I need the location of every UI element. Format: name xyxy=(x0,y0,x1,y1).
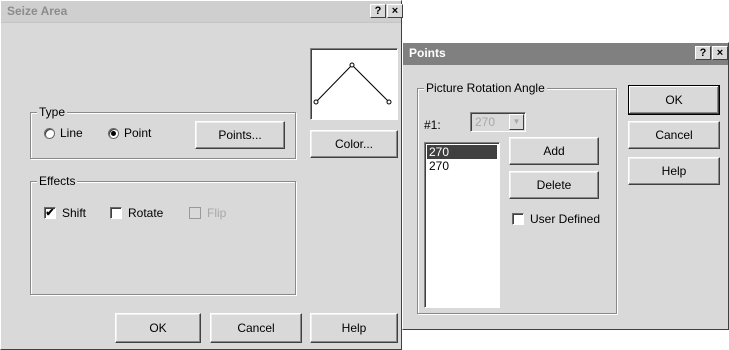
points-title-bar: Points xyxy=(403,43,728,65)
dropdown-arrow-icon[interactable]: ▼ xyxy=(509,114,524,130)
user-defined-label[interactable]: User Defined xyxy=(530,212,600,226)
add-button[interactable]: Add xyxy=(509,137,599,165)
seize-area-title-bar: Seize Area xyxy=(1,1,401,23)
list-item[interactable]: 270 xyxy=(427,145,497,159)
help-title-button[interactable]: ? xyxy=(370,4,386,18)
points-button[interactable]: Points... xyxy=(195,121,285,149)
points-close-title-button[interactable]: × xyxy=(712,46,728,60)
angle-combobox[interactable]: 270 ▼ xyxy=(470,112,526,132)
shape-preview xyxy=(310,48,398,120)
angle-value: 270 xyxy=(475,115,496,129)
shift-checkbox-label[interactable]: Shift xyxy=(62,206,86,220)
point-radio-label[interactable]: Point xyxy=(124,126,151,140)
line-radio-label[interactable]: Line xyxy=(60,126,83,140)
flip-checkbox xyxy=(189,207,201,219)
flip-checkbox-label: Flip xyxy=(207,206,227,220)
rotate-checkbox-label[interactable]: Rotate xyxy=(128,206,163,220)
angle-list[interactable]: 270 270 xyxy=(424,142,500,308)
effects-group: Effects ✔ Shift Rotate Flip xyxy=(30,174,296,295)
type-group-legend: Type xyxy=(37,105,68,119)
shift-checkbox[interactable]: ✔ xyxy=(44,207,56,219)
user-defined-checkbox[interactable] xyxy=(512,213,524,225)
points-help-button[interactable]: Help xyxy=(628,157,720,185)
index-label: #1: xyxy=(424,118,441,132)
points-ok-button[interactable]: OK xyxy=(628,85,720,115)
cancel-button[interactable]: Cancel xyxy=(210,313,302,343)
seize-area-dialog: Seize Area ? × Type Line Point Points...… xyxy=(0,0,403,350)
delete-button[interactable]: Delete xyxy=(509,171,599,199)
points-help-title-button[interactable]: ? xyxy=(695,46,711,60)
line-radio[interactable] xyxy=(44,128,55,139)
point-radio[interactable] xyxy=(108,128,119,139)
effects-group-legend: Effects xyxy=(37,174,78,188)
picture-rotation-legend: Picture Rotation Angle xyxy=(424,81,547,95)
seize-area-title: Seize Area xyxy=(7,4,68,18)
rotate-checkbox[interactable] xyxy=(110,207,122,219)
points-dialog: Points ? × Picture Rotation Angle #1: 27… xyxy=(402,42,729,330)
picture-rotation-group: Picture Rotation Angle #1: 270 ▼ 270 270 xyxy=(417,81,617,314)
list-item[interactable]: 270 xyxy=(427,159,497,173)
ok-button[interactable]: OK xyxy=(115,313,201,343)
close-title-button[interactable]: × xyxy=(387,4,403,18)
help-button[interactable]: Help xyxy=(310,313,398,343)
color-button[interactable]: Color... xyxy=(310,130,398,158)
triangle-shape-icon xyxy=(313,62,392,105)
points-title: Points xyxy=(409,46,446,60)
points-cancel-button[interactable]: Cancel xyxy=(628,121,720,149)
